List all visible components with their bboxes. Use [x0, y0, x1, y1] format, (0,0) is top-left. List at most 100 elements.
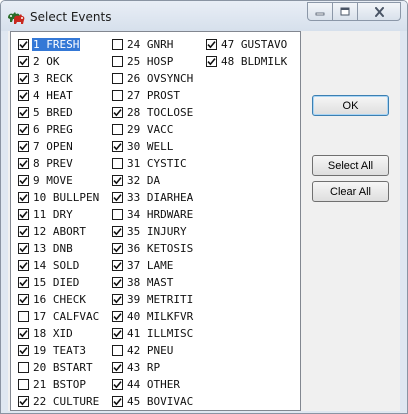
event-item[interactable]: 32 DA	[112, 172, 194, 189]
event-item[interactable]: 15 DIED	[18, 274, 100, 291]
event-checkbox[interactable]	[112, 294, 123, 305]
event-item[interactable]: 46 BOVI	[112, 410, 194, 413]
clear-all-button[interactable]: Clear All	[312, 181, 389, 202]
event-checkbox[interactable]	[18, 294, 29, 305]
ok-button[interactable]: OK	[312, 95, 389, 116]
event-item[interactable]: 13 DNB	[18, 240, 100, 257]
event-item[interactable]: 12 ABORT	[18, 223, 100, 240]
event-item[interactable]: 48 BLDMILK	[206, 53, 288, 70]
event-item[interactable]: 42 PNEU	[112, 342, 194, 359]
event-checkbox[interactable]	[206, 39, 217, 50]
event-checkbox[interactable]	[112, 192, 123, 203]
event-item[interactable]: 18 XID	[18, 325, 100, 342]
event-item[interactable]: 43 RP	[112, 359, 194, 376]
event-checkbox[interactable]	[18, 345, 29, 356]
event-checkbox[interactable]	[18, 124, 29, 135]
event-checkbox[interactable]	[18, 362, 29, 373]
event-item[interactable]: 14 SOLD	[18, 257, 100, 274]
event-item[interactable]: 21 BSTOP	[18, 376, 100, 393]
event-checkbox[interactable]	[112, 362, 123, 373]
event-item[interactable]: 16 CHECK	[18, 291, 100, 308]
event-item[interactable]: 37 LAME	[112, 257, 194, 274]
event-checkbox[interactable]	[112, 396, 123, 407]
event-item[interactable]: 2 OK	[18, 53, 100, 70]
event-item[interactable]: 23 FOOTRIM	[18, 410, 100, 413]
event-item[interactable]: 24 GNRH	[112, 36, 194, 53]
event-checkbox[interactable]	[18, 379, 29, 390]
event-checkbox[interactable]	[18, 328, 29, 339]
event-item[interactable]: 6 PREG	[18, 121, 100, 138]
event-item[interactable]: 47 GUSTAVO	[206, 36, 288, 53]
event-item[interactable]: 29 VACC	[112, 121, 194, 138]
event-item[interactable]: 26 OVSYNCH	[112, 70, 194, 87]
event-checkbox[interactable]	[18, 73, 29, 84]
event-checkbox[interactable]	[112, 73, 123, 84]
event-item[interactable]: 11 DRY	[18, 206, 100, 223]
event-checkbox[interactable]	[18, 311, 29, 322]
event-item[interactable]: 33 DIARHEA	[112, 189, 194, 206]
event-item[interactable]: 9 MOVE	[18, 172, 100, 189]
event-checkbox[interactable]	[112, 107, 123, 118]
event-item[interactable]: 5 BRED	[18, 104, 100, 121]
event-checkbox[interactable]	[18, 141, 29, 152]
event-item[interactable]: 35 INJURY	[112, 223, 194, 240]
event-checkbox[interactable]	[18, 209, 29, 220]
event-checkbox[interactable]	[18, 192, 29, 203]
event-item[interactable]: 36 KETOSIS	[112, 240, 194, 257]
event-item[interactable]: 45 BOVIVAC	[112, 393, 194, 410]
event-checkbox[interactable]	[18, 39, 29, 50]
event-checkbox[interactable]	[18, 175, 29, 186]
event-item[interactable]: 34 HRDWARE	[112, 206, 194, 223]
event-checkbox[interactable]	[18, 260, 29, 271]
event-item[interactable]: 30 WELL	[112, 138, 194, 155]
event-item[interactable]: 1 FRESH	[18, 36, 100, 53]
event-checkbox[interactable]	[112, 277, 123, 288]
select-all-button[interactable]: Select All	[312, 155, 389, 176]
event-item[interactable]: 31 CYSTIC	[112, 155, 194, 172]
event-checkbox[interactable]	[206, 56, 217, 67]
close-button[interactable]	[357, 2, 401, 21]
event-item[interactable]: 4 HEAT	[18, 87, 100, 104]
event-checkbox[interactable]	[112, 345, 123, 356]
event-checkbox[interactable]	[112, 379, 123, 390]
event-checkbox[interactable]	[112, 226, 123, 237]
event-item[interactable]: 20 BSTART	[18, 359, 100, 376]
event-checkbox[interactable]	[18, 107, 29, 118]
events-checklist[interactable]: 1 FRESH 2 OK 3 RECK 4 HEAT 5 BRED 6 PREG 7 OPE…	[10, 31, 301, 413]
event-checkbox[interactable]	[18, 56, 29, 67]
event-item[interactable]: 8 PREV	[18, 155, 100, 172]
event-item[interactable]: 22 CULTURE	[18, 393, 100, 410]
event-checkbox[interactable]	[112, 141, 123, 152]
event-item[interactable]: 27 PROST	[112, 87, 194, 104]
event-item[interactable]: 7 OPEN	[18, 138, 100, 155]
event-checkbox[interactable]	[112, 311, 123, 322]
event-checkbox[interactable]	[112, 90, 123, 101]
event-checkbox[interactable]	[18, 158, 29, 169]
event-item[interactable]: 19 TEAT3	[18, 342, 100, 359]
event-checkbox[interactable]	[112, 39, 123, 50]
event-checkbox[interactable]	[112, 124, 123, 135]
event-item[interactable]: 3 RECK	[18, 70, 100, 87]
event-checkbox[interactable]	[18, 396, 29, 407]
event-checkbox[interactable]	[112, 243, 123, 254]
event-item[interactable]: 17 CALFVAC	[18, 308, 100, 325]
event-checkbox[interactable]	[112, 56, 123, 67]
title-bar[interactable]: Select Events	[1, 1, 407, 31]
event-item[interactable]: 41 ILLMISC	[112, 325, 194, 342]
event-checkbox[interactable]	[112, 209, 123, 220]
event-checkbox[interactable]	[112, 328, 123, 339]
event-item[interactable]: 40 MILKFVR	[112, 308, 194, 325]
event-checkbox[interactable]	[112, 175, 123, 186]
event-checkbox[interactable]	[112, 158, 123, 169]
event-item[interactable]: 25 HOSP	[112, 53, 194, 70]
minimize-button[interactable]	[307, 2, 333, 21]
event-checkbox[interactable]	[18, 90, 29, 101]
event-item[interactable]: 28 TOCLOSE	[112, 104, 194, 121]
event-item[interactable]: 38 MAST	[112, 274, 194, 291]
event-checkbox[interactable]	[18, 277, 29, 288]
event-item[interactable]: 39 METRITI	[112, 291, 194, 308]
event-item[interactable]: 44 OTHER	[112, 376, 194, 393]
event-checkbox[interactable]	[18, 226, 29, 237]
event-item[interactable]: 10 BULLPEN	[18, 189, 100, 206]
maximize-button[interactable]	[332, 2, 358, 21]
